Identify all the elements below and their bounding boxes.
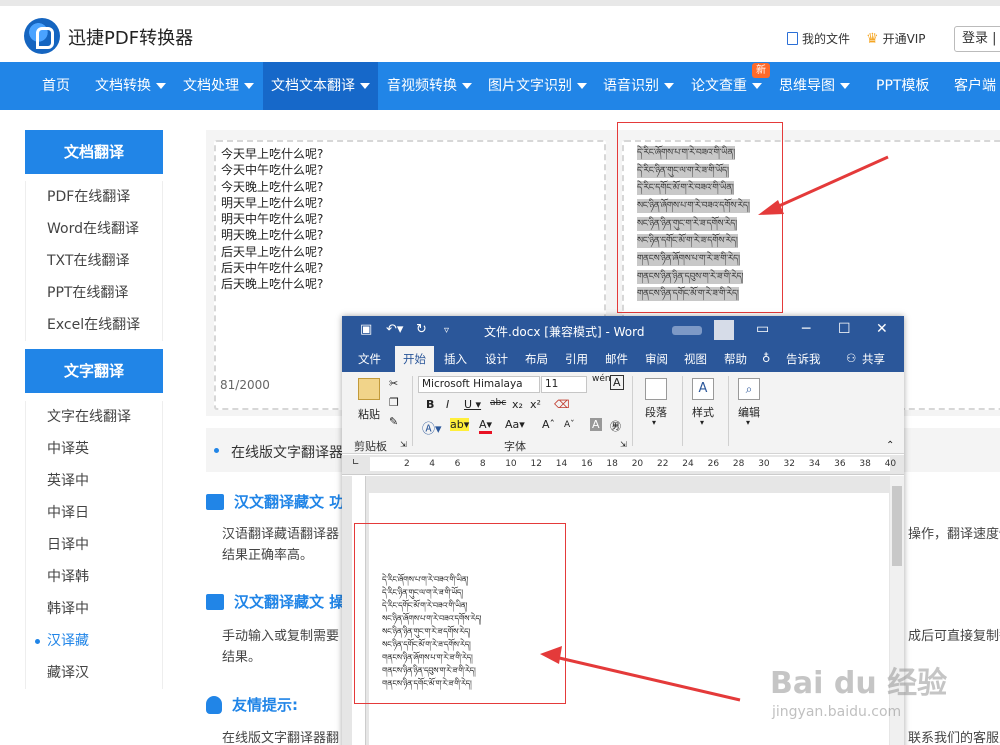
arrow-line-top — [769, 155, 889, 212]
arrow-head-top — [758, 200, 784, 215]
screenshot-root: 迅捷PDF转换器 我的文件 ♛ 开通VIP 登录 | 首页 文档转换 文档处理 … — [0, 0, 1000, 745]
arrow-line-bottom — [554, 655, 741, 702]
watermark-logo: Bai du 经验 — [770, 666, 948, 701]
arrow-head-bottom — [540, 646, 562, 664]
watermark-url: jingyan.baidu.com — [772, 704, 902, 720]
annotation-arrows — [540, 155, 889, 702]
